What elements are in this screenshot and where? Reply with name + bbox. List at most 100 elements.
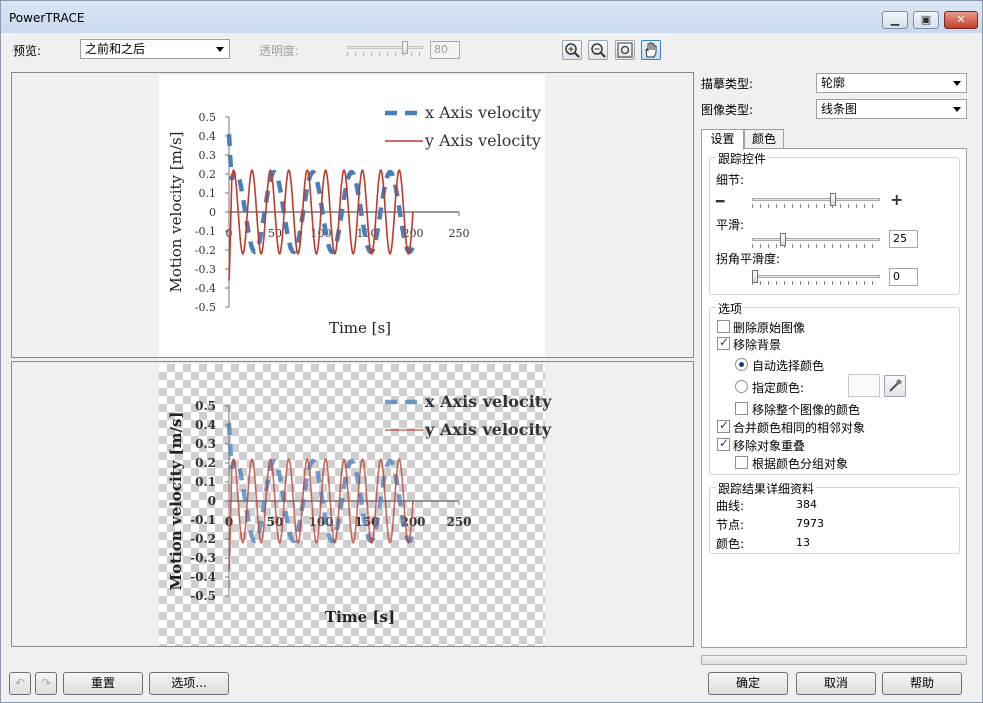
image-type-value: 线条图 (821, 102, 858, 116)
remove-background-label: 移除背景 (733, 338, 782, 352)
remove-whole-color-checkbox[interactable] (735, 402, 748, 415)
y-tick-label: -0.1 (195, 225, 216, 238)
x-tick-label: 0 (225, 515, 233, 529)
y-axis-title: Motion velocity [m/s] (167, 411, 185, 590)
detail-label: 细节: (716, 173, 745, 187)
legend-label: y Axis velocity (424, 131, 541, 150)
remove-overlap-checkbox[interactable] (717, 436, 730, 451)
series-y-velocity-line (228, 169, 414, 281)
preview-mode-select[interactable]: 之前和之后 (80, 39, 230, 59)
y-tick-label: 0.5 (195, 399, 216, 413)
y-tick-label: 0.3 (195, 437, 216, 451)
y-tick-label: 0.4 (195, 418, 216, 432)
delete-original-checkbox[interactable] (717, 320, 730, 333)
slider-thumb[interactable] (780, 233, 786, 246)
x-axis-title: Time [s] (329, 319, 391, 337)
merge-adjacent-checkbox[interactable] (717, 418, 730, 433)
tab-settings[interactable]: 设置 (701, 129, 744, 150)
zoom-in-icon (565, 43, 580, 58)
transparency-slider[interactable] (347, 41, 423, 56)
detail-slider[interactable] (752, 193, 880, 208)
legend-label: y Axis velocity (424, 420, 552, 439)
zoom-fit-button[interactable] (615, 40, 635, 60)
preview-before-pane[interactable]: 0.5 0.4 0.3 0.2 0.1 0 -0.1 -0.2 -0.3 -0.4 -0.5 0 50 1… (11, 72, 694, 358)
slider-thumb[interactable] (752, 270, 758, 283)
x-tick-label: 250 (446, 515, 471, 529)
y-tick-label: 0.2 (195, 456, 216, 470)
delete-original-label: 删除原始图像 (733, 321, 806, 335)
minus-icon[interactable]: ━ (716, 194, 724, 210)
transparency-value[interactable]: 80 (430, 41, 460, 59)
chevron-down-icon (216, 47, 224, 52)
remove-overlap-label: 移除对象重叠 (733, 439, 806, 453)
pan-button[interactable] (641, 40, 661, 60)
tab-colors[interactable]: 颜色 (744, 129, 784, 149)
options-button[interactable]: 选项... (149, 672, 229, 695)
y-tick-label: -0.4 (195, 282, 216, 295)
undo-button[interactable]: ↶ (9, 672, 31, 695)
reset-button[interactable]: 重置 (63, 672, 143, 695)
title-bar: PowerTRACE ▁ ▣ ✕ (1, 1, 982, 33)
redo-button[interactable]: ↷ (35, 672, 57, 695)
y-tick-label: 0 (209, 206, 216, 219)
legend-label: x Axis velocity (425, 392, 552, 411)
ok-button[interactable]: 确定 (708, 672, 788, 695)
remove-whole-color-label: 移除整个图像的颜色 (752, 403, 861, 417)
zoom-out-button[interactable] (588, 40, 608, 60)
y-tick-label: 0.4 (199, 130, 217, 143)
x-tick-label: 0 (226, 227, 233, 240)
group-by-color-checkbox[interactable] (735, 456, 748, 469)
smoothing-label: 平滑: (716, 218, 745, 232)
smoothing-value[interactable]: 25 (889, 230, 918, 248)
color-swatch[interactable] (848, 374, 880, 397)
settings-tab-page: 跟踪控件 细节: ━ + 平滑: 25 拐角平滑度: 0 选项 删除原始图像 ✓… (701, 148, 967, 648)
x-tick-label: 50 (267, 515, 284, 529)
specify-color-radio[interactable] (735, 380, 748, 393)
y-axis-title: Motion velocity [m/s] (167, 131, 185, 292)
chevron-down-icon (953, 107, 961, 112)
corner-smoothness-value[interactable]: 0 (889, 268, 918, 286)
zoom-in-button[interactable] (562, 40, 582, 60)
window-title: PowerTRACE (9, 11, 85, 25)
slider-thumb[interactable] (830, 193, 836, 206)
help-button[interactable]: 帮助 (882, 672, 962, 695)
eyedropper-button[interactable] (884, 375, 906, 397)
minimize-button[interactable]: ▁ (882, 11, 908, 29)
minimize-icon: ▁ (890, 13, 900, 26)
cancel-button[interactable]: 取消 (796, 672, 876, 695)
powertrace-window: PowerTRACE ▁ ▣ ✕ 预览: 之前和之后 透明度: 80 0.5 0.… (0, 0, 983, 703)
zoom-out-icon (591, 43, 606, 58)
auto-color-radio[interactable] (735, 358, 748, 371)
remove-background-checkbox[interactable] (717, 335, 730, 350)
close-icon: ✕ (956, 13, 966, 26)
slider-ticks (347, 52, 423, 56)
chevron-down-icon (953, 81, 961, 86)
y-tick-label: -0.2 (190, 532, 216, 546)
preview-mode-value: 之前和之后 (85, 42, 146, 56)
trace-type-select[interactable]: 轮廓 (816, 73, 967, 93)
specify-color-label: 指定颜色: (752, 381, 805, 395)
nodes-value: 7973 (796, 517, 824, 530)
close-button[interactable]: ✕ (944, 11, 978, 29)
eyedropper-icon (889, 379, 902, 392)
image-type-label: 图像类型: (701, 103, 754, 117)
y-tick-label: -0.5 (195, 301, 216, 314)
y-tick-label: 0.1 (199, 187, 217, 200)
trace-results-title: 跟踪结果详细资料 (716, 480, 817, 497)
x-tick-label: 50 (268, 227, 282, 240)
zoom-fit-icon (617, 42, 633, 58)
plus-icon[interactable]: + (890, 190, 903, 209)
nodes-label: 节点: (716, 518, 745, 532)
y-tick-label: -0.5 (190, 589, 216, 603)
y-tick-label: -0.3 (190, 551, 216, 565)
slider-thumb[interactable] (402, 41, 408, 54)
options-title: 选项 (716, 300, 745, 317)
slider-track (347, 46, 423, 49)
corner-smoothness-slider[interactable] (752, 270, 880, 285)
smoothing-slider[interactable] (752, 233, 880, 248)
y-tick-label: 0.1 (195, 475, 216, 489)
preview-after-pane[interactable]: 0.5 0.4 0.3 0.2 0.1 0 -0.1 -0.2 -0.3 -0.4 -0.5 0 50 1… (11, 361, 694, 647)
maximize-button[interactable]: ▣ (913, 11, 939, 29)
trace-type-value: 轮廓 (821, 76, 846, 90)
image-type-select[interactable]: 线条图 (816, 99, 967, 119)
